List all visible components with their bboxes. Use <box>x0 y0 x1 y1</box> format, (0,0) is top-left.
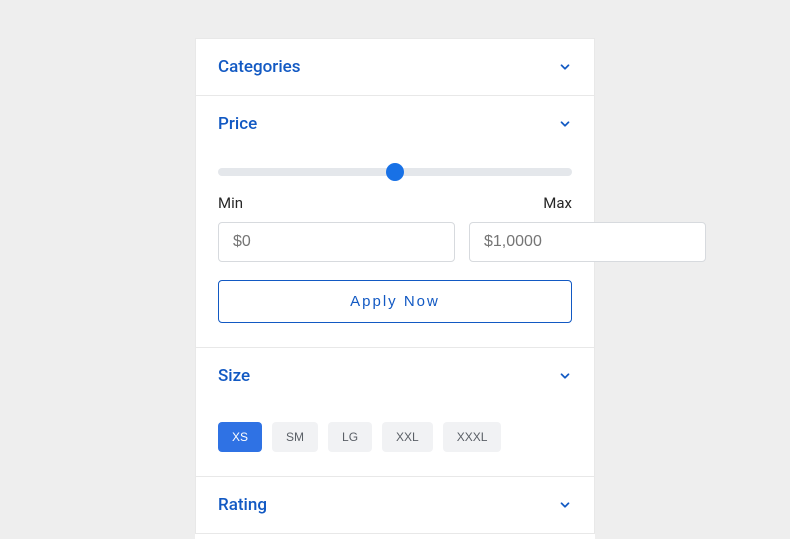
chevron-down-icon <box>558 60 572 74</box>
size-chip-xxl[interactable]: XXL <box>382 422 433 452</box>
size-toggle[interactable]: Size <box>196 348 594 404</box>
size-title: Size <box>218 366 250 386</box>
size-chip-xs[interactable]: XS <box>218 422 262 452</box>
size-chip-sm[interactable]: SM <box>272 422 318 452</box>
size-chip-xxxl[interactable]: XXXL <box>443 422 502 452</box>
section-rating: Rating <box>195 477 595 534</box>
price-slider-thumb[interactable] <box>386 163 404 181</box>
price-title: Price <box>218 114 257 134</box>
price-max-input[interactable] <box>469 222 706 262</box>
minmax-labels: Min Max <box>218 194 572 212</box>
chevron-down-icon <box>558 369 572 383</box>
filter-panel: Categories Price Min Max <box>195 38 595 539</box>
size-chip-lg[interactable]: LG <box>328 422 372 452</box>
max-label: Max <box>543 194 572 212</box>
price-body: Min Max Apply Now <box>196 152 594 347</box>
section-categories: Categories <box>195 38 595 96</box>
rating-toggle[interactable]: Rating <box>196 477 594 533</box>
size-body: XS SM LG XXL XXXL <box>196 404 594 476</box>
section-size: Size XS SM LG XXL XXXL <box>195 348 595 477</box>
price-inputs-row <box>218 222 572 262</box>
price-toggle[interactable]: Price <box>196 96 594 152</box>
categories-title: Categories <box>218 57 301 77</box>
price-min-input[interactable] <box>218 222 455 262</box>
min-label: Min <box>218 194 243 212</box>
apply-button[interactable]: Apply Now <box>218 280 572 323</box>
section-price: Price Min Max Apply Now <box>195 96 595 348</box>
price-slider[interactable] <box>218 168 572 176</box>
size-options: XS SM LG XXL XXXL <box>218 404 572 452</box>
price-slider-wrap <box>218 152 572 186</box>
chevron-down-icon <box>558 498 572 512</box>
categories-toggle[interactable]: Categories <box>196 39 594 95</box>
rating-title: Rating <box>218 495 267 515</box>
chevron-down-icon <box>558 117 572 131</box>
